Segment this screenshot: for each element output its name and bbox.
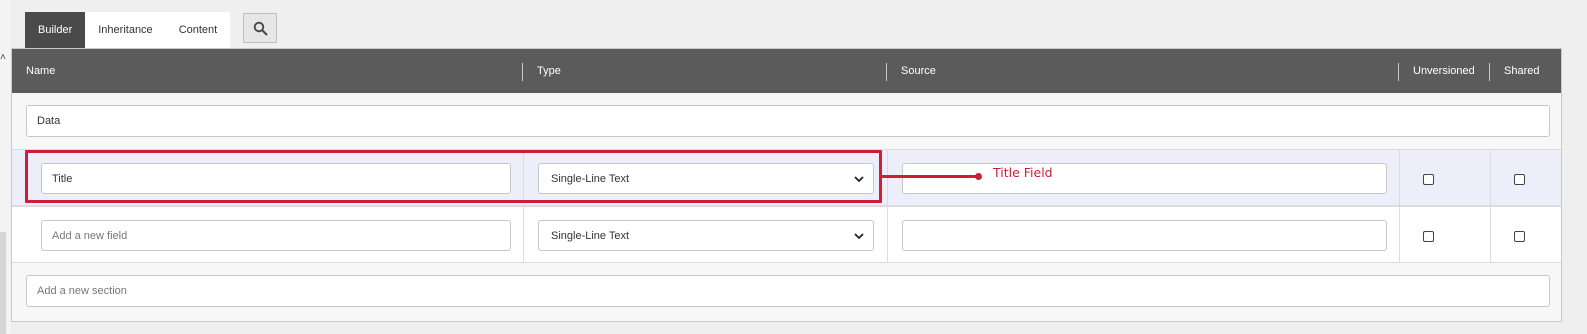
- section-name-input[interactable]: Data: [26, 105, 1550, 137]
- new-section-input[interactable]: Add a new section: [26, 275, 1550, 307]
- field-type-select[interactable]: Single-Line Text: [538, 220, 874, 251]
- collapse-caret-icon[interactable]: ˄: [0, 52, 6, 63]
- chevron-down-icon: [854, 233, 864, 240]
- tab-builder[interactable]: Builder: [25, 12, 86, 48]
- column-header-source: Source: [901, 65, 936, 77]
- cell-divider: [887, 207, 888, 262]
- column-divider[interactable]: [522, 63, 523, 81]
- tab-content[interactable]: Content: [165, 12, 231, 48]
- new-section-row: Add a new section: [12, 263, 1561, 321]
- column-divider[interactable]: [1398, 63, 1399, 81]
- field-row-new: Add a new field Single-Line Text: [12, 206, 1561, 263]
- cell-divider: [1490, 150, 1491, 205]
- shared-checkbox[interactable]: [1514, 231, 1525, 242]
- new-field-name-input[interactable]: Add a new field: [41, 220, 511, 251]
- search-button[interactable]: [243, 13, 277, 43]
- annotation-dot: [975, 173, 982, 180]
- column-header-type: Type: [537, 65, 561, 77]
- annotation-highlight-box: [25, 150, 882, 203]
- grid-header: Name Type Source Unversioned Shared: [12, 49, 1561, 93]
- annotation-label: Title Field: [993, 165, 1053, 180]
- editor-tabs: Builder Inheritance Content: [25, 12, 231, 48]
- column-divider[interactable]: [1489, 63, 1490, 81]
- column-divider[interactable]: [886, 63, 887, 81]
- right-scrollbar-track[interactable]: [1562, 48, 1587, 334]
- search-icon: [253, 21, 267, 35]
- field-source-input[interactable]: [902, 220, 1387, 251]
- cell-divider: [523, 207, 524, 262]
- left-scrollbar[interactable]: [0, 232, 6, 334]
- left-edge: ˄: [0, 0, 11, 334]
- unversioned-checkbox[interactable]: [1423, 174, 1434, 185]
- cell-divider: [1399, 150, 1400, 205]
- column-header-name: Name: [26, 65, 56, 77]
- section-row: Data: [12, 93, 1561, 151]
- shared-checkbox[interactable]: [1514, 174, 1525, 185]
- tab-inheritance[interactable]: Inheritance: [85, 12, 166, 48]
- column-header-shared: Shared: [1504, 65, 1540, 77]
- unversioned-checkbox[interactable]: [1423, 231, 1434, 242]
- field-type-value: Single-Line Text: [551, 229, 630, 242]
- annotation-connector-line: [882, 175, 978, 178]
- column-header-unversioned: Unversioned: [1413, 65, 1475, 77]
- cell-divider: [1490, 207, 1491, 262]
- cell-divider: [1399, 207, 1400, 262]
